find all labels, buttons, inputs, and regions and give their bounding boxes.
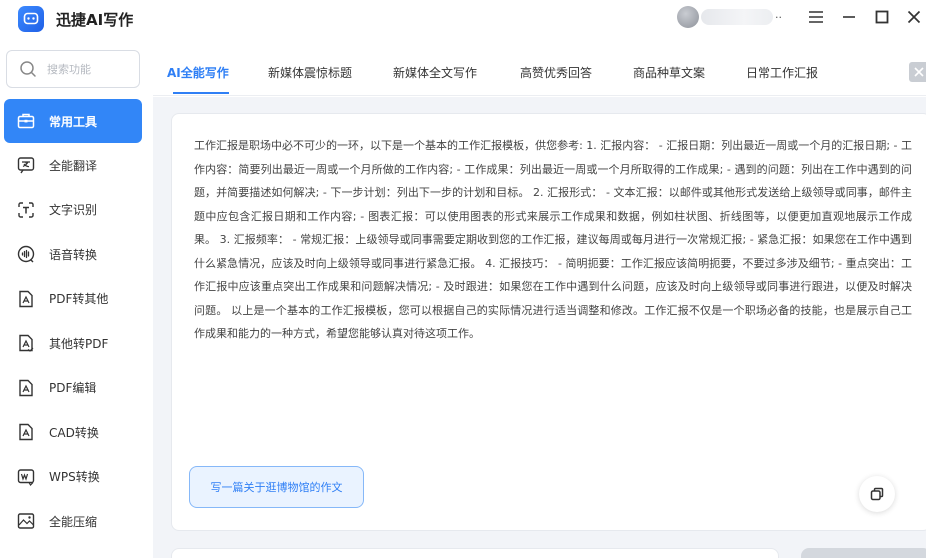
tab-full-article[interactable]: 新媒体全文写作 — [393, 64, 477, 81]
wps-convert-icon — [17, 469, 35, 486]
sidebar-item-label: PDF转其他 — [49, 292, 109, 307]
sidebar-item-label: PDF编辑 — [49, 381, 97, 396]
pdf-edit-icon — [19, 379, 33, 396]
menu-icon — [809, 11, 823, 23]
search-box[interactable] — [6, 50, 140, 88]
brand: 迅捷AI写作 — [18, 6, 133, 32]
menu-button[interactable] — [806, 7, 826, 27]
sidebar-item-pdf-edit[interactable]: PDF编辑 — [4, 366, 142, 411]
app-logo-icon — [18, 6, 44, 32]
text-recognition-icon — [18, 202, 34, 218]
tab-shocking-title[interactable]: 新媒体震惊标题 — [268, 64, 352, 81]
sidebar-item-label: 其他转PDF — [49, 336, 109, 351]
sidebar-item-other-to-pdf[interactable]: 其他转PDF — [4, 321, 142, 366]
toolbox-icon — [17, 113, 35, 129]
tab-close-button[interactable] — [909, 62, 926, 82]
search-icon — [20, 61, 36, 77]
maximize-button[interactable] — [872, 7, 892, 27]
generated-text: 工作汇报是职场中必不可少的一环，以下是一个基本的工作汇报模板，供您参考: 1. … — [194, 139, 912, 340]
sidebar-item-common-tools[interactable]: 常用工具 — [4, 99, 142, 143]
app-title: 迅捷AI写作 — [56, 10, 134, 29]
close-button[interactable] — [904, 7, 924, 27]
copy-button[interactable] — [859, 476, 895, 512]
compress-icon — [17, 513, 35, 529]
sidebar-item-compress[interactable]: 全能压缩 — [4, 499, 142, 544]
tab-ai-writing[interactable]: AI全能写作 — [167, 64, 229, 81]
username[interactable] — [701, 9, 773, 25]
voice-convert-icon — [17, 246, 35, 263]
sidebar-item-label: 文字识别 — [49, 203, 98, 218]
avatar[interactable] — [677, 6, 699, 28]
cad-convert-icon — [19, 424, 33, 441]
sidebar-item-translate[interactable]: 全能翻译 — [4, 143, 142, 188]
sidebar-item-pdf-to-other[interactable]: PDF转其他 — [4, 277, 142, 322]
sidebar-item-wps[interactable]: WPS转换 — [4, 455, 142, 500]
close-icon — [914, 67, 924, 77]
sidebar-item-label: 全能压缩 — [49, 514, 98, 529]
tab-bar: AI全能写作 新媒体震惊标题 新媒体全文写作 高赞优秀回答 商品种草文案 日常工… — [153, 34, 926, 96]
to-pdf-icon — [19, 335, 34, 353]
generate-button[interactable] — [801, 548, 926, 558]
user-more[interactable]: .. — [775, 8, 782, 21]
copy-icon — [870, 487, 884, 501]
tab-product-copy[interactable]: 商品种草文案 — [633, 64, 705, 81]
minimize-button[interactable] — [839, 7, 859, 27]
sidebar-item-ocr[interactable]: 文字识别 — [4, 188, 142, 233]
active-tab-indicator — [173, 92, 229, 94]
content-area: 工作汇报是职场中必不可少的一环，以下是一个基本的工作汇报模板，供您参考: 1. … — [153, 97, 926, 558]
search-input[interactable] — [47, 62, 137, 76]
sidebar-item-label: CAD转换 — [49, 425, 99, 440]
maximize-icon — [875, 10, 889, 24]
sidebar-item-label: 全能翻译 — [49, 158, 98, 173]
tab-work-report[interactable]: 日常工作汇报 — [746, 64, 818, 81]
translate-icon — [17, 157, 35, 174]
minimize-icon — [843, 16, 855, 18]
main-panel: AI全能写作 新媒体震惊标题 新媒体全文写作 高赞优秀回答 商品种草文案 日常工… — [153, 34, 926, 558]
tab-top-answers[interactable]: 高赞优秀回答 — [520, 64, 592, 81]
sidebar-item-label: 语音转换 — [49, 247, 98, 262]
sidebar-nav: 常用工具 全能翻译 文字识别 语音转换 PDF转其他 其他转PDF PDF编辑 … — [4, 99, 142, 544]
prompt-input-box[interactable] — [171, 548, 779, 558]
close-icon — [907, 10, 921, 24]
pdf-convert-icon — [19, 290, 33, 307]
sidebar-item-cad[interactable]: CAD转换 — [4, 410, 142, 455]
title-bar: .. — [153, 0, 926, 34]
sidebar-item-label: WPS转换 — [49, 470, 100, 485]
prompt-suggestion-button[interactable]: 写一篇关于逛博物馆的作文 — [189, 466, 364, 508]
result-card: 工作汇报是职场中必不可少的一环，以下是一个基本的工作汇报模板，供您参考: 1. … — [171, 113, 926, 531]
sidebar: 迅捷AI写作 常用工具 全能翻译 — [0, 0, 153, 558]
sidebar-item-label: 常用工具 — [49, 114, 98, 129]
sidebar-item-voice[interactable]: 语音转换 — [4, 232, 142, 277]
